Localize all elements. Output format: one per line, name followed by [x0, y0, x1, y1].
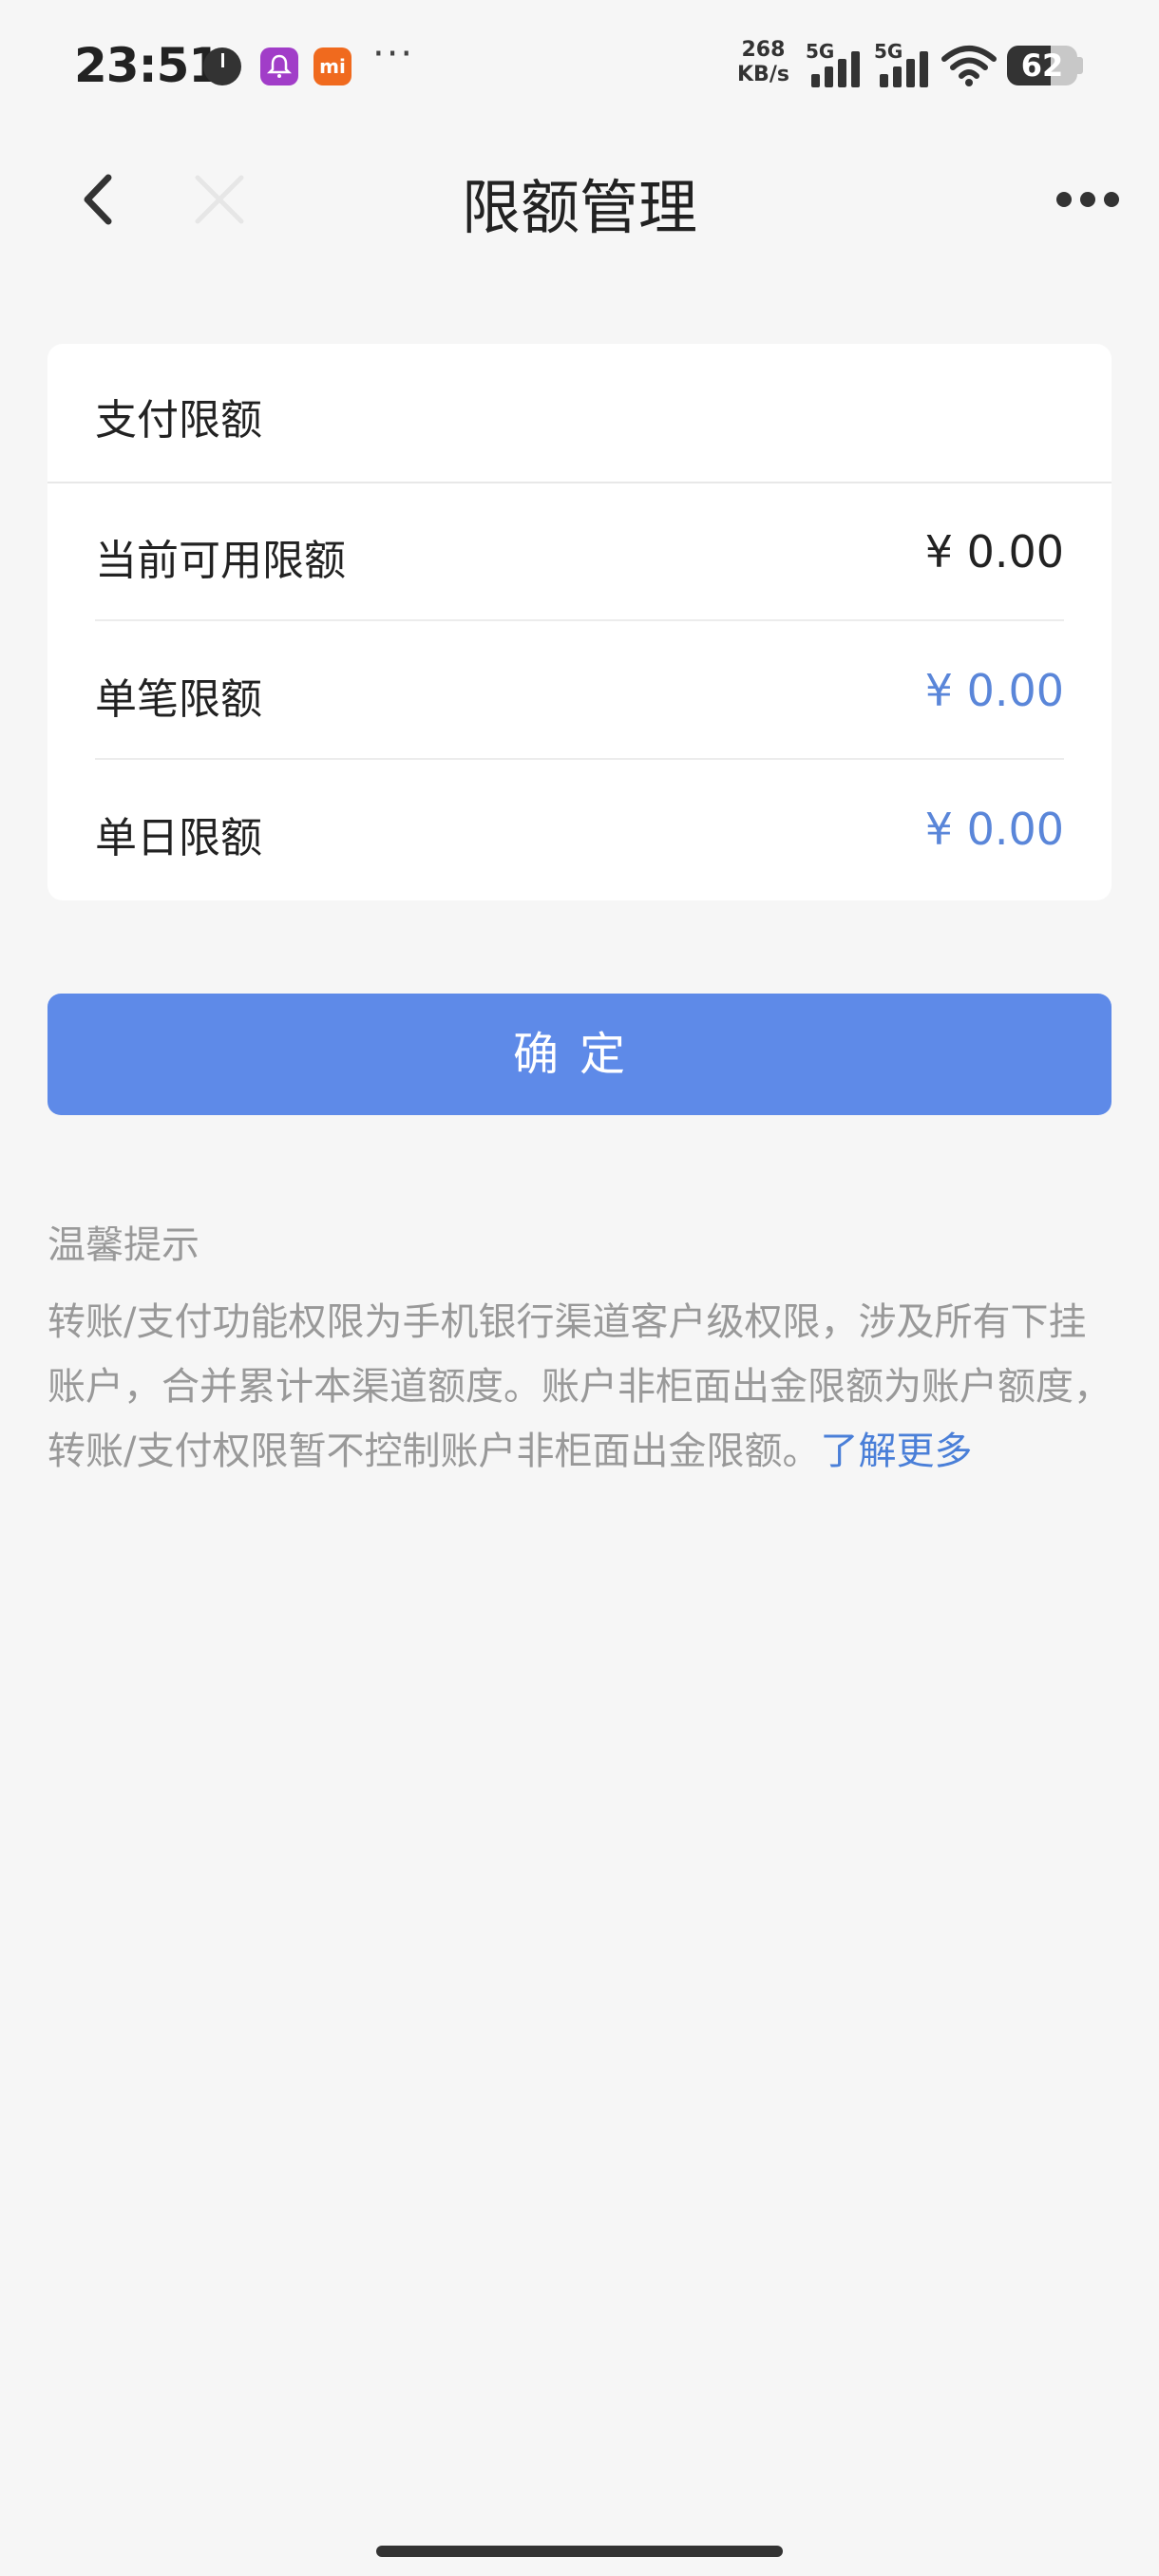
home-indicator[interactable] — [376, 2546, 783, 2557]
signal-sim1-icon: 5G — [806, 40, 863, 87]
tips-title: 温馨提示 — [48, 1223, 200, 1267]
mi-app-icon: mi — [314, 47, 352, 85]
battery-percent: 62 — [1020, 47, 1064, 84]
limit-input-single[interactable]: ¥ 0.00 — [925, 665, 1064, 716]
tips-body: 转账/支付功能权限为手机银行渠道客户级权限，涉及所有下挂账户，合并累计本渠道额度… — [48, 1290, 1121, 1484]
row-value: ¥ 0.00 — [924, 526, 1064, 578]
confirm-button[interactable]: 确定 — [48, 994, 1112, 1115]
row-label: 单日限额 — [95, 814, 262, 862]
card-header: 支付限额 — [48, 344, 1112, 483]
payment-limit-card: 支付限额 当前可用限额 ¥ 0.00 单笔限额 ¥ 0.00 单日限额 ¥ 0.… — [48, 344, 1112, 900]
network-speed-value: 268 — [741, 38, 786, 62]
clock-app-icon — [203, 47, 241, 85]
bell-notification-icon — [260, 47, 298, 85]
row-label: 当前可用限额 — [95, 537, 346, 585]
battery-icon: 62 — [1007, 46, 1077, 85]
more-notifications-icon: ··· — [372, 32, 415, 76]
row-daily-limit[interactable]: 单日限额 ¥ 0.00 — [95, 760, 1064, 899]
row-current-available-limit: 当前可用限额 ¥ 0.00 — [95, 483, 1064, 621]
card-title: 支付限额 — [95, 396, 262, 445]
limit-input-daily[interactable]: ¥ 0.00 — [925, 804, 1064, 855]
network-speed: 268 KB/s — [737, 38, 789, 87]
sim1-network-type: 5G — [806, 40, 835, 63]
more-dot — [1104, 192, 1119, 207]
row-label: 单笔限额 — [95, 675, 262, 724]
more-options-button[interactable] — [1045, 180, 1130, 218]
row-single-transaction-limit[interactable]: 单笔限额 ¥ 0.00 — [95, 621, 1064, 760]
network-speed-unit: KB/s — [737, 63, 789, 86]
signal-sim2-icon: 5G — [874, 40, 931, 87]
more-dot — [1080, 192, 1095, 207]
page-title: 限额管理 — [461, 173, 697, 242]
status-bar: 23:51 mi ··· 268 KB/s 5G 5G 62 — [0, 0, 1159, 133]
more-dots-icon — [1056, 192, 1072, 207]
learn-more-link[interactable]: 了解更多 — [820, 1430, 972, 1473]
nav-bar: 限额管理 — [0, 142, 1159, 256]
status-time: 23:51 — [74, 38, 221, 93]
battery-tip — [1077, 57, 1083, 74]
wifi-icon — [940, 44, 998, 87]
sim2-network-type: 5G — [874, 40, 903, 63]
